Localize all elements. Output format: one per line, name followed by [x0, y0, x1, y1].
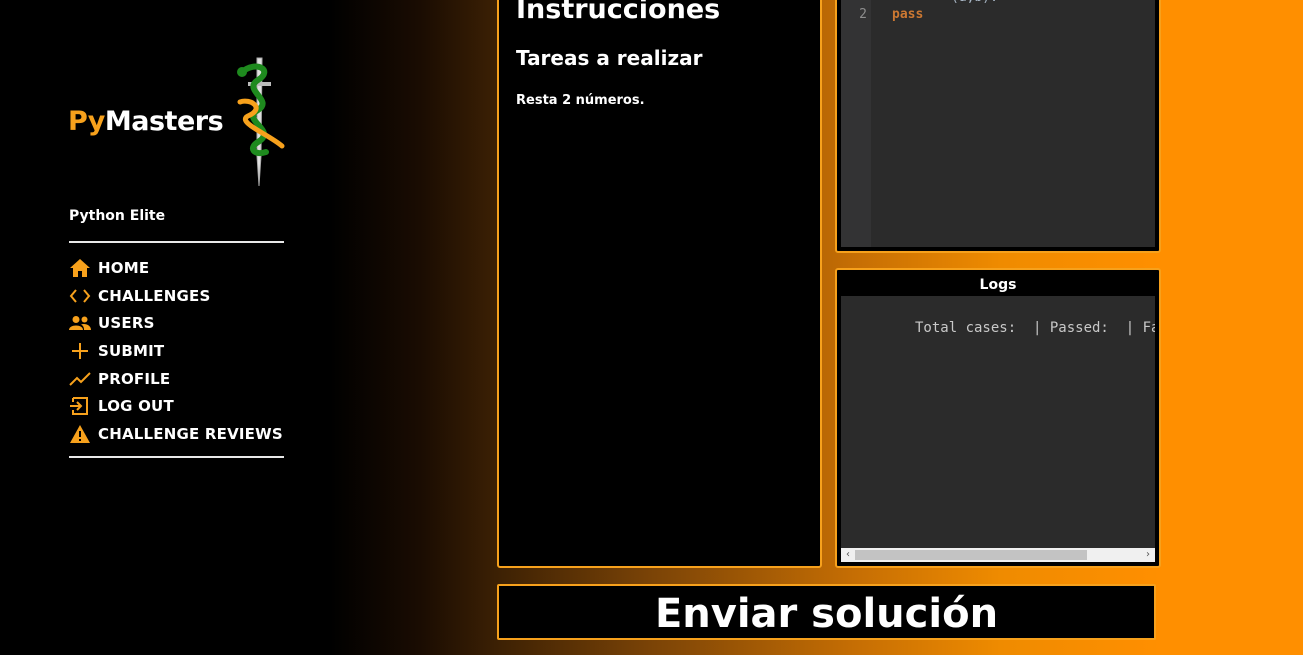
sidebar-item-label: SUBMIT	[98, 341, 165, 360]
sidebar-item-users[interactable]: USERS	[69, 309, 283, 337]
code-icon	[69, 285, 93, 307]
sidebar-item-label: PROFILE	[98, 369, 171, 388]
sidebar-divider-top	[69, 241, 284, 243]
horizontal-scrollbar[interactable]: ‹ ›	[841, 548, 1155, 562]
scrollbar-thumb[interactable]	[855, 550, 1087, 560]
trending-icon	[69, 368, 93, 390]
sidebar-item-submit[interactable]: SUBMIT	[69, 337, 283, 365]
logs-panel: Logs Total cases: | Passed: | Failed: ‹ …	[835, 268, 1161, 568]
pymasters-logo[interactable]: PyMasters	[68, 56, 288, 191]
sidebar-divider-bottom	[69, 456, 284, 458]
code-line-clipped: (a,b):	[951, 0, 998, 5]
line-gutter: 2	[841, 0, 871, 247]
logs-output-area[interactable]: Total cases: | Passed: | Failed: ‹ ›	[841, 296, 1155, 562]
user-level-label: Python Elite	[69, 208, 166, 224]
submit-solution-button[interactable]: Enviar solución	[497, 584, 1156, 640]
sidebar-item-label: USERS	[98, 314, 155, 333]
instructions-subtitle: Tareas a realizar	[516, 46, 703, 70]
sidebar-item-label: LOG OUT	[98, 397, 174, 416]
plus-icon	[69, 340, 93, 362]
scroll-right-arrow-icon[interactable]: ›	[1141, 548, 1155, 562]
sidebar-item-label: CHALLENGE REVIEWS	[98, 424, 283, 443]
sidebar-item-label: HOME	[98, 258, 150, 277]
scroll-left-arrow-icon[interactable]: ‹	[841, 548, 855, 562]
instructions-title: Instrucciones	[516, 0, 721, 25]
sidebar-item-challenges[interactable]: CHALLENGES	[69, 282, 283, 310]
instructions-text: Resta 2 números.	[516, 93, 645, 108]
sidebar-item-label: CHALLENGES	[98, 286, 211, 305]
home-icon	[69, 257, 93, 279]
logo-py: Py	[68, 106, 105, 137]
sidebar-nav: HOME CHALLENGES USERS SUBMIT PROFILE LOG…	[69, 254, 283, 448]
logo-text: PyMasters	[68, 106, 224, 137]
code-line[interactable]: pass	[892, 7, 923, 22]
logs-output: Total cases: | Passed: | Failed:	[915, 320, 1155, 336]
editor-area[interactable]: 2 (a,b): pass	[841, 0, 1155, 247]
line-number: 2	[859, 7, 867, 22]
logout-icon	[69, 395, 93, 417]
instructions-panel: Instrucciones Tareas a realizar Resta 2 …	[497, 0, 822, 568]
sidebar-item-home[interactable]: HOME	[69, 254, 283, 282]
logs-title: Logs	[979, 277, 1017, 293]
sidebar-item-challenge-reviews[interactable]: CHALLENGE REVIEWS	[69, 420, 283, 448]
sidebar-item-profile[interactable]: PROFILE	[69, 365, 283, 393]
warning-icon	[69, 423, 93, 445]
logo-masters: Masters	[104, 106, 224, 137]
users-icon	[69, 312, 93, 334]
sidebar-item-logout[interactable]: LOG OUT	[69, 392, 283, 420]
sword-snake-emblem	[237, 57, 285, 187]
code-editor[interactable]: 2 (a,b): pass	[835, 0, 1161, 253]
